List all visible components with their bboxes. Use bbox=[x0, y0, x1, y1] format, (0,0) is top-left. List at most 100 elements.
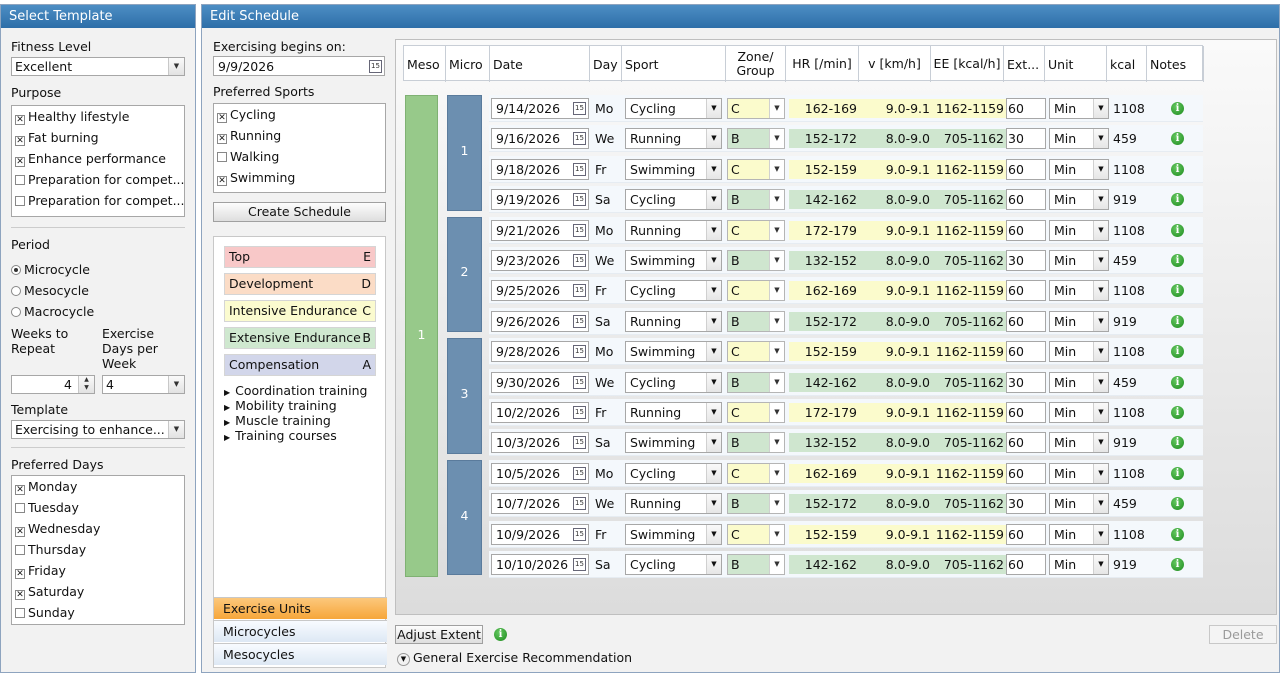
sport-select[interactable]: Running ▼ bbox=[625, 128, 722, 150]
extent-input[interactable]: 60 bbox=[1006, 554, 1046, 575]
column-header[interactable]: Sport bbox=[622, 46, 726, 82]
sport-select[interactable]: Swimming ▼ bbox=[625, 523, 722, 545]
adjust-extent-button[interactable]: Adjust Extent bbox=[395, 625, 483, 644]
zone-select[interactable]: B ▼ bbox=[727, 554, 785, 575]
sport-select[interactable]: Cycling ▼ bbox=[625, 98, 722, 119]
zone-select[interactable]: C ▼ bbox=[727, 462, 785, 484]
day-item[interactable]: ✕ Friday bbox=[12, 560, 184, 581]
template-select[interactable]: Exercising to enhance... ▼ bbox=[11, 420, 185, 439]
tab-microcycles[interactable]: Microcycles bbox=[214, 620, 387, 642]
date-input[interactable]: 10/5/2026 15 bbox=[491, 462, 589, 484]
checkbox[interactable]: ✕ bbox=[15, 485, 25, 495]
microcycle-bar[interactable]: 3 bbox=[447, 338, 482, 454]
unit-select[interactable]: Min ▼ bbox=[1049, 128, 1109, 150]
unit-select[interactable]: Min ▼ bbox=[1049, 189, 1109, 211]
unit-select[interactable]: Min ▼ bbox=[1049, 554, 1109, 575]
unit-select[interactable]: Min ▼ bbox=[1049, 371, 1109, 393]
unit-select[interactable]: Min ▼ bbox=[1049, 462, 1109, 484]
column-header[interactable]: Unit bbox=[1045, 46, 1107, 82]
period-option[interactable]: Macrocycle bbox=[11, 301, 185, 322]
calendar-icon[interactable]: 15 bbox=[573, 314, 586, 328]
sport-item[interactable]: Walking bbox=[214, 146, 385, 167]
microcycle-bar[interactable]: 2 bbox=[447, 216, 482, 333]
info-icon[interactable]: i bbox=[1171, 558, 1184, 571]
zone-select[interactable]: C ▼ bbox=[727, 402, 785, 423]
info-icon[interactable]: i bbox=[1171, 162, 1184, 176]
unit-select[interactable]: Min ▼ bbox=[1049, 432, 1109, 454]
begin-date-input[interactable]: 9/9/2026 15 bbox=[213, 56, 385, 76]
calendar-icon[interactable]: 15 bbox=[573, 375, 586, 389]
day-item[interactable]: ✕ Wednesday bbox=[12, 518, 184, 539]
sport-select[interactable]: Cycling ▼ bbox=[625, 371, 722, 393]
extent-input[interactable]: 60 bbox=[1006, 523, 1046, 545]
date-input[interactable]: 9/26/2026 15 bbox=[491, 310, 589, 332]
extent-input[interactable]: 60 bbox=[1006, 462, 1046, 484]
extent-input[interactable]: 60 bbox=[1006, 280, 1046, 302]
info-icon[interactable]: i bbox=[1171, 436, 1184, 450]
checkbox[interactable]: ✕ bbox=[15, 527, 25, 537]
sport-select[interactable]: Running ▼ bbox=[625, 493, 722, 515]
column-header[interactable]: HR [/min] bbox=[786, 46, 859, 82]
sport-item[interactable]: ✕ Running bbox=[214, 125, 385, 146]
calendar-icon[interactable]: 15 bbox=[573, 132, 586, 146]
calendar-icon[interactable]: 15 bbox=[573, 345, 586, 359]
date-input[interactable]: 9/30/2026 15 bbox=[491, 371, 589, 393]
checkbox[interactable] bbox=[15, 196, 25, 206]
unit-select[interactable]: Min ▼ bbox=[1049, 98, 1109, 119]
info-icon[interactable]: i bbox=[1171, 223, 1184, 237]
day-item[interactable]: Sunday bbox=[12, 602, 184, 623]
day-item[interactable]: ✕ Monday bbox=[12, 476, 184, 497]
purpose-item[interactable]: Preparation for compet... bbox=[12, 190, 184, 211]
calendar-icon[interactable]: 15 bbox=[573, 497, 586, 511]
extent-input[interactable]: 60 bbox=[1006, 189, 1046, 211]
purpose-item[interactable]: ✕ Enhance performance bbox=[12, 148, 184, 169]
days-per-week-select[interactable]: 4 ▼ bbox=[102, 375, 185, 394]
day-item[interactable]: Tuesday bbox=[12, 497, 184, 518]
info-icon[interactable]: i bbox=[1171, 132, 1184, 146]
calendar-icon[interactable]: 15 bbox=[369, 60, 382, 73]
date-input[interactable]: 9/14/2026 15 bbox=[491, 98, 589, 119]
checkbox[interactable]: ✕ bbox=[15, 136, 25, 146]
sport-select[interactable]: Swimming ▼ bbox=[625, 341, 722, 363]
sport-select[interactable]: Cycling ▼ bbox=[625, 280, 722, 302]
calendar-icon[interactable]: 15 bbox=[573, 102, 586, 115]
column-header[interactable]: v [km/h] bbox=[859, 46, 931, 82]
zone-select[interactable]: B ▼ bbox=[727, 371, 785, 393]
unit-select[interactable]: Min ▼ bbox=[1049, 310, 1109, 332]
extent-input[interactable]: 30 bbox=[1006, 493, 1046, 515]
date-input[interactable]: 10/7/2026 15 bbox=[491, 493, 589, 515]
column-header[interactable]: Ext... bbox=[1004, 46, 1045, 82]
extent-input[interactable]: 60 bbox=[1006, 432, 1046, 454]
info-icon[interactable]: i bbox=[1171, 102, 1184, 115]
extent-input[interactable]: 60 bbox=[1006, 158, 1046, 180]
unit-select[interactable]: Min ▼ bbox=[1049, 341, 1109, 363]
zone-select[interactable]: B ▼ bbox=[727, 128, 785, 150]
microcycle-bar[interactable]: 4 bbox=[447, 459, 482, 576]
extent-input[interactable]: 30 bbox=[1006, 371, 1046, 393]
tab-exercise-units[interactable]: Exercise Units bbox=[214, 597, 387, 619]
date-input[interactable]: 9/25/2026 15 bbox=[491, 280, 589, 302]
weeks-stepper[interactable]: 4 ▲ ▼ bbox=[11, 375, 95, 394]
day-item[interactable]: Thursday bbox=[12, 539, 184, 560]
info-icon[interactable]: i bbox=[1171, 254, 1184, 267]
sport-select[interactable]: Cycling ▼ bbox=[625, 189, 722, 211]
tab-mesocycles[interactable]: Mesocycles bbox=[214, 643, 387, 665]
date-input[interactable]: 9/16/2026 15 bbox=[491, 128, 589, 150]
unit-select[interactable]: Min ▼ bbox=[1049, 250, 1109, 271]
zone-select[interactable]: C ▼ bbox=[727, 280, 785, 302]
date-input[interactable]: 9/19/2026 15 bbox=[491, 189, 589, 211]
info-icon[interactable]: i bbox=[494, 628, 507, 641]
sport-select[interactable]: Swimming ▼ bbox=[625, 432, 722, 454]
checkbox[interactable]: ✕ bbox=[217, 134, 227, 144]
checkbox[interactable]: ✕ bbox=[15, 590, 25, 600]
stepper-arrows-icon[interactable]: ▲ ▼ bbox=[78, 376, 94, 393]
training-item[interactable]: ▶ Mobility training bbox=[224, 398, 367, 413]
zone-select[interactable]: C ▼ bbox=[727, 219, 785, 241]
training-item[interactable]: ▶ Training courses bbox=[224, 428, 367, 443]
column-header[interactable]: Meso bbox=[404, 46, 446, 82]
sport-item[interactable]: ✕ Cycling bbox=[214, 104, 385, 125]
mesocycle-bar[interactable]: 1 bbox=[405, 95, 438, 578]
unit-select[interactable]: Min ▼ bbox=[1049, 523, 1109, 545]
date-input[interactable]: 10/2/2026 15 bbox=[491, 402, 589, 423]
training-item[interactable]: ▶ Muscle training bbox=[224, 413, 367, 428]
